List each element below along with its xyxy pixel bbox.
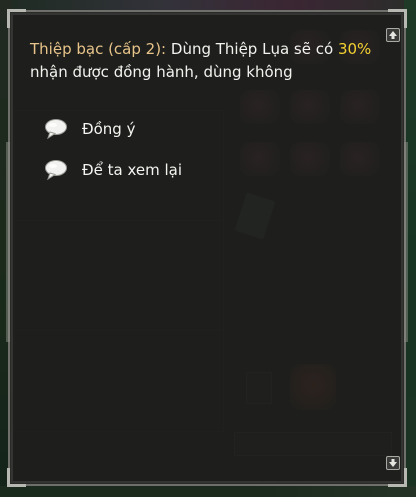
message-text: Dùng Thiệp Lụa sẽ có [166,40,338,58]
scroll-down-button[interactable] [386,456,400,470]
background-bottom-strip [0,486,416,497]
frame-corner [388,468,407,487]
message-text-continued: nhận được đồng hành, dùng không [30,63,293,81]
frame-corner [7,468,26,487]
game-screen: Thiệp bạc (cấp 2): Dùng Thiệp Lụa sẽ có … [0,0,416,497]
frame-corner [388,9,407,28]
option-agree-label: Đồng ý [82,120,136,138]
speech-bubble-icon [44,159,68,181]
npc-dialog-panel: Thiệp bạc (cấp 2): Dùng Thiệp Lụa sẽ có … [6,9,408,487]
scroll-up-icon [388,30,398,40]
success-rate: 30% [337,40,372,58]
scroll-down-icon [388,458,398,468]
option-reconsider[interactable]: Để ta xem lại [44,157,182,183]
background-top-strip [0,0,416,10]
speech-bubble-icon [44,118,68,140]
dialog-message: Thiệp bạc (cấp 2): Dùng Thiệp Lụa sẽ có … [30,38,380,84]
frame-edge-ornament [6,142,10,342]
option-agree[interactable]: Đồng ý [44,116,135,142]
option-reconsider-label: Để ta xem lại [82,161,183,179]
speaker-name: Thiệp bạc (cấp 2): [30,40,167,58]
frame-edge-ornament [404,142,408,342]
frame-corner [7,9,26,28]
scroll-up-button[interactable] [386,28,400,42]
